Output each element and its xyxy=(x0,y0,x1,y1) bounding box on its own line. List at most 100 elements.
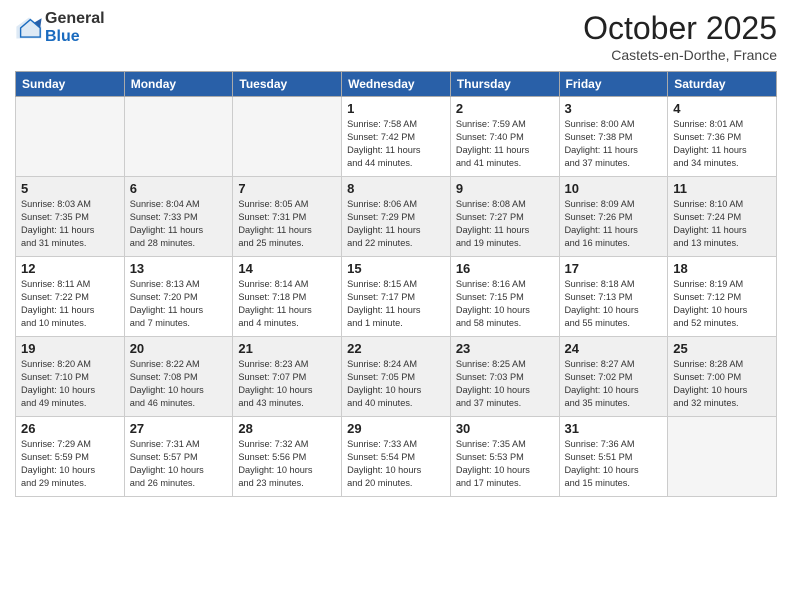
calendar-week-row: 5 Sunrise: 8:03 AM Sunset: 7:35 PM Daylig… xyxy=(16,177,777,257)
day-number: 11 xyxy=(673,181,771,196)
day-info: Sunrise: 8:11 AM Sunset: 7:22 PM Dayligh… xyxy=(21,278,119,330)
day-info: Sunrise: 7:31 AM Sunset: 5:57 PM Dayligh… xyxy=(130,438,228,490)
table-row: 10 Sunrise: 8:09 AM Sunset: 7:26 PM Dayli… xyxy=(559,177,668,257)
day-number: 27 xyxy=(130,421,228,436)
month-title: October 2025 xyxy=(583,10,777,47)
day-info: Sunrise: 8:20 AM Sunset: 7:10 PM Dayligh… xyxy=(21,358,119,410)
table-row: 28 Sunrise: 7:32 AM Sunset: 5:56 PM Dayli… xyxy=(233,417,342,497)
day-info: Sunrise: 7:29 AM Sunset: 5:59 PM Dayligh… xyxy=(21,438,119,490)
day-number: 18 xyxy=(673,261,771,276)
table-row: 17 Sunrise: 8:18 AM Sunset: 7:13 PM Dayli… xyxy=(559,257,668,337)
day-number: 19 xyxy=(21,341,119,356)
day-number: 7 xyxy=(238,181,336,196)
day-number: 23 xyxy=(456,341,554,356)
day-info: Sunrise: 7:35 AM Sunset: 5:53 PM Dayligh… xyxy=(456,438,554,490)
table-row: 5 Sunrise: 8:03 AM Sunset: 7:35 PM Daylig… xyxy=(16,177,125,257)
calendar: Sunday Monday Tuesday Wednesday Thursday… xyxy=(15,71,777,497)
table-row xyxy=(668,417,777,497)
table-row xyxy=(16,97,125,177)
table-row: 8Sunrise: 8:06 AM Sunset: 7:29 PM Daylig… xyxy=(342,177,451,257)
day-info: Sunrise: 8:15 AM Sunset: 7:17 PM Dayligh… xyxy=(347,278,445,330)
day-info: Sunrise: 8:08 AM Sunset: 7:27 PM Dayligh… xyxy=(456,198,554,250)
col-wednesday: Wednesday xyxy=(342,72,451,97)
day-info: Sunrise: 8:19 AM Sunset: 7:12 PM Dayligh… xyxy=(673,278,771,330)
table-row: 14 Sunrise: 8:14 AM Sunset: 7:18 PM Dayli… xyxy=(233,257,342,337)
day-info: Sunrise: 7:58 AM Sunset: 7:42 PM Dayligh… xyxy=(347,118,445,170)
table-row: 27 Sunrise: 7:31 AM Sunset: 5:57 PM Dayli… xyxy=(124,417,233,497)
col-friday: Friday xyxy=(559,72,668,97)
day-info: Sunrise: 7:32 AM Sunset: 5:56 PM Dayligh… xyxy=(238,438,336,490)
day-info: Sunrise: 8:14 AM Sunset: 7:18 PM Dayligh… xyxy=(238,278,336,330)
table-row: 30 Sunrise: 7:35 AM Sunset: 5:53 PM Dayli… xyxy=(450,417,559,497)
day-number: 5 xyxy=(21,181,119,196)
day-info: Sunrise: 8:06 AM Sunset: 7:29 PM Dayligh… xyxy=(347,198,445,250)
table-row: 31Sunrise: 7:36 AM Sunset: 5:51 PM Dayli… xyxy=(559,417,668,497)
day-info: Sunrise: 8:24 AM Sunset: 7:05 PM Dayligh… xyxy=(347,358,445,410)
day-info: Sunrise: 8:09 AM Sunset: 7:26 PM Dayligh… xyxy=(565,198,663,250)
logo-blue-text: Blue xyxy=(45,28,105,46)
table-row: 26 Sunrise: 7:29 AM Sunset: 5:59 PM Dayli… xyxy=(16,417,125,497)
day-info: Sunrise: 8:10 AM Sunset: 7:24 PM Dayligh… xyxy=(673,198,771,250)
day-info: Sunrise: 8:04 AM Sunset: 7:33 PM Dayligh… xyxy=(130,198,228,250)
table-row: 9Sunrise: 8:08 AM Sunset: 7:27 PM Daylig… xyxy=(450,177,559,257)
page: General Blue October 2025 Castets-en-Dor… xyxy=(0,0,792,612)
logo-general-text: General xyxy=(45,10,105,28)
calendar-week-row: 1 Sunrise: 7:58 AM Sunset: 7:42 PM Daylig… xyxy=(16,97,777,177)
table-row xyxy=(124,97,233,177)
table-row: 12 Sunrise: 8:11 AM Sunset: 7:22 PM Dayli… xyxy=(16,257,125,337)
table-row: 13Sunrise: 8:13 AM Sunset: 7:20 PM Dayli… xyxy=(124,257,233,337)
day-number: 6 xyxy=(130,181,228,196)
location: Castets-en-Dorthe, France xyxy=(583,47,777,63)
day-info: Sunrise: 8:28 AM Sunset: 7:00 PM Dayligh… xyxy=(673,358,771,410)
day-number: 10 xyxy=(565,181,663,196)
day-info: Sunrise: 8:16 AM Sunset: 7:15 PM Dayligh… xyxy=(456,278,554,330)
logo-icon xyxy=(15,14,43,42)
table-row: 16 Sunrise: 8:16 AM Sunset: 7:15 PM Dayli… xyxy=(450,257,559,337)
table-row: 6 Sunrise: 8:04 AM Sunset: 7:33 PM Daylig… xyxy=(124,177,233,257)
day-info: Sunrise: 8:03 AM Sunset: 7:35 PM Dayligh… xyxy=(21,198,119,250)
day-number: 26 xyxy=(21,421,119,436)
day-number: 16 xyxy=(456,261,554,276)
day-info: Sunrise: 7:59 AM Sunset: 7:40 PM Dayligh… xyxy=(456,118,554,170)
table-row: 11 Sunrise: 8:10 AM Sunset: 7:24 PM Dayli… xyxy=(668,177,777,257)
day-number: 2 xyxy=(456,101,554,116)
day-number: 21 xyxy=(238,341,336,356)
day-info: Sunrise: 8:23 AM Sunset: 7:07 PM Dayligh… xyxy=(238,358,336,410)
day-number: 15 xyxy=(347,261,445,276)
day-number: 20 xyxy=(130,341,228,356)
col-tuesday: Tuesday xyxy=(233,72,342,97)
day-info: Sunrise: 7:36 AM Sunset: 5:51 PM Dayligh… xyxy=(565,438,663,490)
table-row: 18 Sunrise: 8:19 AM Sunset: 7:12 PM Dayli… xyxy=(668,257,777,337)
logo: General Blue xyxy=(15,10,105,45)
day-number: 28 xyxy=(238,421,336,436)
day-info: Sunrise: 8:22 AM Sunset: 7:08 PM Dayligh… xyxy=(130,358,228,410)
day-info: Sunrise: 8:00 AM Sunset: 7:38 PM Dayligh… xyxy=(565,118,663,170)
calendar-header-row: Sunday Monday Tuesday Wednesday Thursday… xyxy=(16,72,777,97)
day-number: 4 xyxy=(673,101,771,116)
col-monday: Monday xyxy=(124,72,233,97)
day-number: 3 xyxy=(565,101,663,116)
day-number: 17 xyxy=(565,261,663,276)
table-row: 3 Sunrise: 8:00 AM Sunset: 7:38 PM Daylig… xyxy=(559,97,668,177)
table-row: 15 Sunrise: 8:15 AM Sunset: 7:17 PM Dayli… xyxy=(342,257,451,337)
day-info: Sunrise: 8:18 AM Sunset: 7:13 PM Dayligh… xyxy=(565,278,663,330)
table-row: 2 Sunrise: 7:59 AM Sunset: 7:40 PM Daylig… xyxy=(450,97,559,177)
day-number: 12 xyxy=(21,261,119,276)
col-sunday: Sunday xyxy=(16,72,125,97)
title-block: October 2025 Castets-en-Dorthe, France xyxy=(583,10,777,63)
day-number: 29 xyxy=(347,421,445,436)
day-info: Sunrise: 8:01 AM Sunset: 7:36 PM Dayligh… xyxy=(673,118,771,170)
col-thursday: Thursday xyxy=(450,72,559,97)
day-info: Sunrise: 7:33 AM Sunset: 5:54 PM Dayligh… xyxy=(347,438,445,490)
day-number: 13 xyxy=(130,261,228,276)
table-row: 1 Sunrise: 7:58 AM Sunset: 7:42 PM Daylig… xyxy=(342,97,451,177)
table-row: 20 Sunrise: 8:22 AM Sunset: 7:08 PM Dayli… xyxy=(124,337,233,417)
table-row: 22Sunrise: 8:24 AM Sunset: 7:05 PM Dayli… xyxy=(342,337,451,417)
day-number: 24 xyxy=(565,341,663,356)
day-info: Sunrise: 8:27 AM Sunset: 7:02 PM Dayligh… xyxy=(565,358,663,410)
day-number: 14 xyxy=(238,261,336,276)
calendar-week-row: 19 Sunrise: 8:20 AM Sunset: 7:10 PM Dayli… xyxy=(16,337,777,417)
day-number: 30 xyxy=(456,421,554,436)
table-row: 21 Sunrise: 8:23 AM Sunset: 7:07 PM Dayli… xyxy=(233,337,342,417)
day-number: 1 xyxy=(347,101,445,116)
